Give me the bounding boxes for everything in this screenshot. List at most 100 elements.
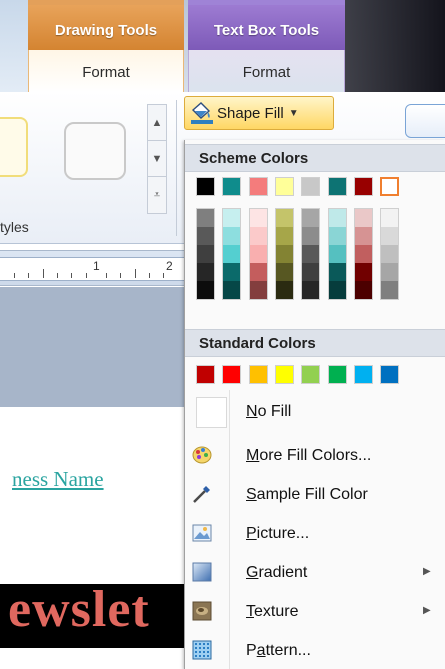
scheme-shade-swatch[interactable]	[223, 263, 240, 281]
scheme-shade-swatch[interactable]	[302, 245, 319, 263]
standard-color-swatch[interactable]	[222, 365, 241, 384]
palette-icon	[191, 444, 213, 466]
texture-icon	[191, 600, 213, 622]
ruler-tick	[106, 273, 107, 278]
scheme-color-swatch[interactable]	[301, 177, 320, 196]
scheme-color-swatch[interactable]	[196, 177, 215, 196]
ruler-number: 2	[166, 259, 173, 273]
scheme-color-swatch[interactable]	[354, 177, 373, 196]
tab-textbox-format[interactable]: Format	[188, 50, 345, 92]
scheme-shade-swatch[interactable]	[355, 281, 372, 299]
ribbon-tab-left-edge	[0, 0, 28, 92]
shape-style-thumbnail-yellow[interactable]	[0, 117, 28, 177]
scheme-shade-swatch[interactable]	[329, 263, 346, 281]
ruler-tick	[28, 273, 29, 278]
standard-color-swatch[interactable]	[301, 365, 320, 384]
scheme-shade-swatch[interactable]	[276, 281, 293, 299]
drawing-tools-context-header: Drawing Tools	[28, 0, 184, 50]
scheme-shade-swatch[interactable]	[276, 209, 293, 227]
menu-item-picture[interactable]: Picture...	[185, 515, 445, 553]
submenu-arrow-icon: ▶	[423, 566, 431, 577]
scheme-shade-swatch[interactable]	[329, 227, 346, 245]
ruler-tick	[71, 273, 72, 278]
newsletter-title-text[interactable]: ewslet	[8, 580, 184, 639]
scheme-shade-swatch[interactable]	[329, 281, 346, 299]
scheme-color-swatch[interactable]	[222, 177, 241, 196]
shape-fill-menu: Scheme Colors Standard Colors No Fill Mo…	[184, 140, 445, 669]
scheme-shade-swatch[interactable]	[250, 281, 267, 299]
menu-item-picture-label: Picture...	[246, 525, 310, 542]
drawing-tools-label: Drawing Tools	[54, 22, 158, 39]
gallery-scroll-down-icon[interactable]: ▼	[148, 141, 166, 177]
ruler-number: 1	[93, 259, 100, 273]
standard-color-swatch[interactable]	[196, 365, 215, 384]
shape-style-thumbnail-gray[interactable]	[64, 122, 126, 180]
scheme-shade-swatch[interactable]	[197, 227, 214, 245]
menu-item-texture-label: Texture	[246, 603, 299, 620]
scheme-shade-swatch[interactable]	[223, 245, 240, 263]
scheme-shade-swatch[interactable]	[250, 245, 267, 263]
scheme-color-swatch[interactable]	[380, 177, 399, 196]
scheme-shade-swatch[interactable]	[197, 281, 214, 299]
menu-item-more-fill-colors[interactable]: More Fill Colors...	[185, 437, 445, 475]
ruler-tick	[57, 273, 58, 278]
standard-color-swatch[interactable]	[275, 365, 294, 384]
scheme-shade-swatch[interactable]	[197, 245, 214, 263]
scheme-shade-swatch[interactable]	[302, 209, 319, 227]
scheme-shade-swatch[interactable]	[381, 227, 398, 245]
scheme-shade-swatch[interactable]	[355, 227, 372, 245]
scheme-shade-swatch[interactable]	[197, 263, 214, 281]
menu-item-texture[interactable]: Texture ▶	[185, 593, 445, 631]
scheme-shade-swatch[interactable]	[381, 245, 398, 263]
menu-item-pattern[interactable]: Pattern...	[185, 632, 445, 669]
standard-color-swatch[interactable]	[328, 365, 347, 384]
scheme-shade-swatch[interactable]	[250, 263, 267, 281]
menu-item-no-fill[interactable]: No Fill	[185, 393, 445, 431]
standard-color-swatch[interactable]	[249, 365, 268, 384]
tab-drawing-format[interactable]: Format	[28, 50, 184, 92]
scheme-shade-swatch[interactable]	[302, 263, 319, 281]
gallery-scroll-up-icon[interactable]: ▲	[148, 105, 166, 141]
paint-bucket-icon	[191, 102, 213, 124]
scheme-shade-swatch[interactable]	[329, 209, 346, 227]
scheme-shade-swatch[interactable]	[381, 209, 398, 227]
standard-color-swatch[interactable]	[380, 365, 399, 384]
menu-item-sample-fill-color[interactable]: Sample Fill Color	[185, 476, 445, 514]
shape-fill-button[interactable]: Shape Fill ▼	[184, 96, 334, 130]
picture-icon	[191, 522, 213, 544]
scheme-shade-swatch[interactable]	[355, 209, 372, 227]
scheme-shade-swatch[interactable]	[197, 209, 214, 227]
scheme-shade-swatch[interactable]	[250, 209, 267, 227]
ruler-tick	[163, 273, 164, 278]
standard-color-swatch[interactable]	[354, 365, 373, 384]
scheme-color-swatch[interactable]	[328, 177, 347, 196]
scheme-shade-swatch[interactable]	[381, 263, 398, 281]
scheme-shade-swatch[interactable]	[250, 227, 267, 245]
scheme-shade-column	[275, 208, 294, 300]
scheme-shade-column	[222, 208, 241, 300]
ribbon-next-group-button[interactable]	[405, 104, 445, 138]
shape-fill-label: Shape Fill	[217, 104, 284, 122]
scheme-shade-swatch[interactable]	[223, 227, 240, 245]
scheme-shade-swatch[interactable]	[276, 245, 293, 263]
ruler-tick	[86, 273, 87, 278]
scheme-shade-swatch[interactable]	[276, 263, 293, 281]
scheme-shade-swatch[interactable]	[302, 281, 319, 299]
scheme-shade-swatch[interactable]	[355, 245, 372, 263]
menu-item-pattern-label: Pattern...	[246, 642, 311, 659]
scheme-color-swatch[interactable]	[275, 177, 294, 196]
scheme-shade-swatch[interactable]	[223, 209, 240, 227]
scheme-shade-swatch[interactable]	[276, 227, 293, 245]
ruler-tick	[135, 269, 136, 278]
business-name-text[interactable]: ness Name	[12, 467, 104, 492]
scheme-color-swatch[interactable]	[249, 177, 268, 196]
scheme-shade-swatch[interactable]	[223, 281, 240, 299]
gallery-more-icon[interactable]: ⩡	[148, 177, 166, 213]
scheme-shade-swatch[interactable]	[329, 245, 346, 263]
scheme-shade-swatch[interactable]	[302, 227, 319, 245]
scheme-shade-swatch[interactable]	[355, 263, 372, 281]
scheme-shade-column	[301, 208, 320, 300]
scheme-shade-swatch[interactable]	[381, 281, 398, 299]
scheme-shade-column	[196, 208, 215, 300]
menu-item-gradient[interactable]: Gradient ▶	[185, 554, 445, 592]
